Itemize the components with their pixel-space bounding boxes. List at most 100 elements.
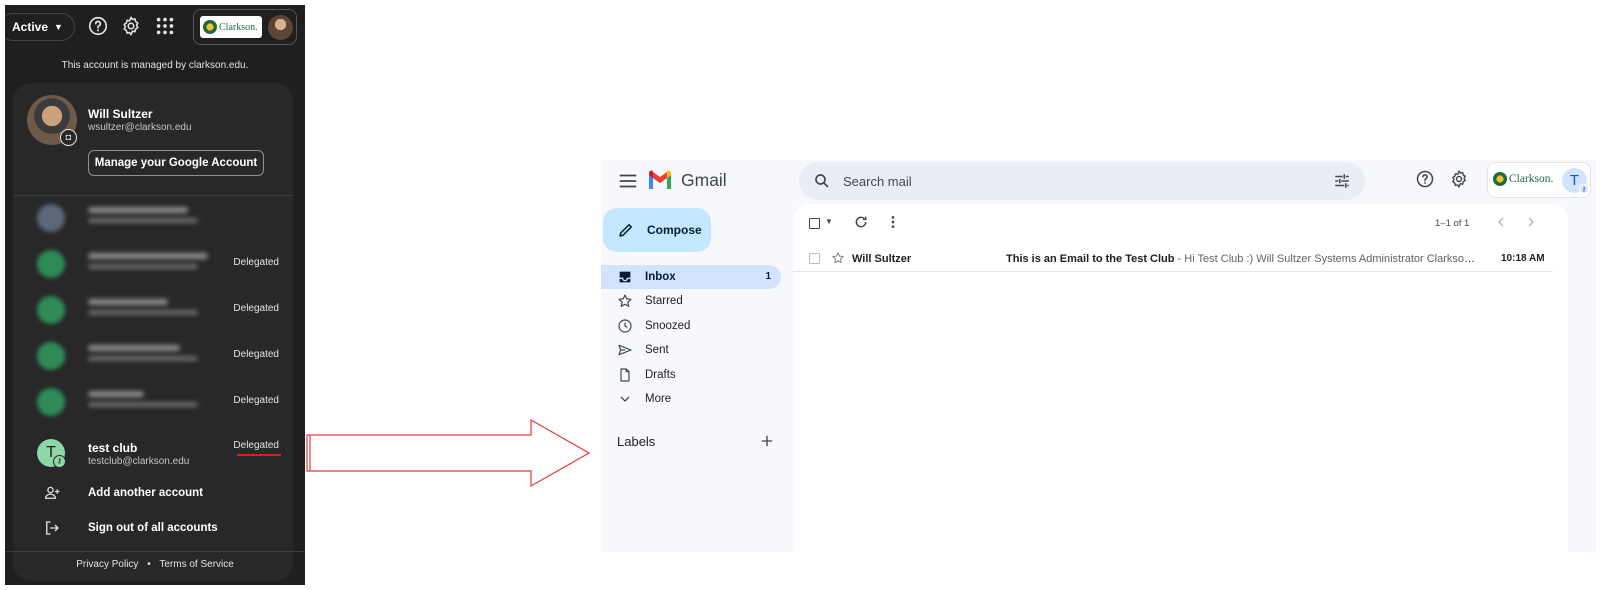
search-options-icon[interactable] [1333, 172, 1351, 190]
delegated-badge: Delegated [233, 349, 279, 360]
draft-file-icon [617, 367, 633, 383]
nav-item-more[interactable]: More [601, 387, 781, 411]
footer-separator: • [147, 559, 151, 570]
search-icon[interactable] [813, 172, 831, 190]
gmail-logo-icon[interactable] [647, 168, 673, 190]
account-card: ◘ Will Sultzer wsultzer@clarkson.edu Man… [13, 83, 293, 581]
chevron-right-icon[interactable] [1523, 214, 1539, 230]
avatar [37, 250, 65, 278]
camera-icon[interactable]: ◘ [60, 129, 77, 146]
gmail-window: Gmail Clarkson. T ⚷ Compose Inbox 1 [601, 160, 1596, 552]
delegated-badge: Delegated [233, 395, 279, 406]
nav-item-starred[interactable]: Starred [601, 289, 781, 313]
blurred-account-info [88, 253, 208, 269]
apps-grid-icon[interactable] [154, 15, 176, 37]
help-icon[interactable] [1415, 169, 1435, 189]
account-row-test-club[interactable]: T ⚷ test club testclub@clarkson.edu Dele… [13, 431, 293, 477]
plus-icon[interactable] [758, 432, 776, 450]
message-snippet: - Hi Test Club :) Will Sultzer Systems A… [1177, 253, 1476, 265]
add-account-label: Add another account [88, 487, 204, 499]
clarkson-seal-icon [1493, 172, 1507, 186]
gear-icon[interactable] [1449, 169, 1469, 189]
help-icon[interactable] [87, 15, 109, 37]
delegated-badge: Delegated [233, 440, 279, 451]
row-checkbox[interactable] [809, 253, 820, 264]
delegated-badge: Delegated [233, 257, 279, 268]
page-range: 1–1 of 1 [1435, 218, 1470, 229]
message-sender: Will Sultzer [852, 253, 912, 265]
account-row[interactable]: Delegated [13, 241, 293, 287]
menu-icon[interactable] [617, 170, 639, 192]
account-button[interactable]: Clarkson. [193, 9, 297, 45]
account-row[interactable] [13, 195, 293, 241]
status-dropdown[interactable]: Active ▼ [5, 13, 75, 41]
status-label: Active [12, 20, 49, 34]
avatar [268, 15, 293, 40]
nav-item-snoozed[interactable]: Snoozed [601, 314, 781, 338]
nav-label: Drafts [645, 369, 676, 381]
account-email: wsultzer@clarkson.edu [88, 122, 192, 133]
account-row[interactable]: Delegated [13, 287, 293, 333]
nav-label: Inbox [645, 271, 676, 283]
refresh-icon[interactable] [853, 214, 869, 230]
avatar [37, 296, 65, 324]
caret-down-icon: ▼ [54, 22, 63, 32]
search-input[interactable] [843, 171, 1293, 191]
gmail-wordmark: Gmail [681, 170, 727, 190]
select-all-checkbox[interactable] [809, 218, 820, 229]
arrow-annotation [305, 418, 597, 488]
logout-icon [43, 519, 61, 537]
send-icon [617, 342, 633, 358]
terms-of-service-link[interactable]: Terms of Service [159, 559, 233, 570]
star-icon[interactable] [831, 251, 845, 265]
account-button[interactable]: Clarkson. T ⚷ [1487, 162, 1591, 198]
blurred-account-info [88, 207, 198, 223]
footer-links: Privacy Policy • Terms of Service [5, 559, 305, 570]
compose-button[interactable]: Compose [603, 208, 711, 252]
labels-heading: Labels [617, 434, 656, 449]
nav-item-sent[interactable]: Sent [601, 338, 781, 362]
chevron-down-icon [617, 391, 633, 407]
avatar [37, 342, 65, 370]
manage-account-button[interactable]: Manage your Google Account [88, 150, 264, 176]
star-icon [617, 293, 633, 309]
nav-label: Starred [645, 295, 683, 307]
pencil-icon [617, 221, 635, 239]
privacy-policy-link[interactable]: Privacy Policy [76, 559, 138, 570]
clarkson-logo-text: Clarkson. [1509, 173, 1554, 185]
compose-label: Compose [647, 223, 702, 237]
clarkson-logo: Clarkson. [200, 16, 262, 38]
clarkson-logo-text: Clarkson. [219, 21, 258, 33]
add-account-button[interactable]: Add another account [13, 478, 293, 508]
chevron-left-icon[interactable] [1493, 214, 1509, 230]
delegated-badge: Delegated [233, 303, 279, 314]
sign-out-label: Sign out of all accounts [88, 522, 218, 534]
nav-label: More [645, 393, 672, 405]
gear-icon[interactable] [120, 15, 142, 37]
clarkson-logo: Clarkson. [1493, 172, 1553, 186]
key-icon: ⚷ [53, 455, 66, 468]
blurred-account-info [88, 391, 198, 407]
account-row[interactable]: Delegated [13, 333, 293, 379]
nav-item-drafts[interactable]: Drafts [601, 363, 781, 387]
divider [5, 551, 305, 552]
account-row[interactable]: Delegated [13, 379, 293, 425]
message-time: 10:18 AM [1501, 253, 1545, 264]
account-email: testclub@clarkson.edu [88, 456, 190, 467]
person-add-icon [43, 484, 61, 502]
managed-note: This account is managed by clarkson.edu. [61, 60, 249, 71]
message-subject: This is an Email to the Test Club [1006, 253, 1175, 265]
caret-down-icon[interactable]: ▼ [825, 217, 833, 226]
account-name: Will Sultzer [88, 107, 153, 121]
red-underline-annotation [237, 454, 281, 456]
search-bar[interactable] [799, 162, 1365, 200]
message-preview: This is an Email to the Test Club - Hi T… [1006, 253, 1476, 265]
message-list-pane: ▼ 1–1 of 1 Will Sultzer This is an Email… [793, 204, 1568, 552]
nav-item-inbox[interactable]: Inbox 1 [601, 265, 781, 289]
key-icon: ⚷ [1579, 184, 1589, 194]
table-row[interactable]: Will Sultzer This is an Email to the Tes… [793, 246, 1553, 272]
clarkson-seal-icon [203, 20, 217, 34]
more-vert-icon[interactable] [885, 214, 901, 230]
top-bar: Active ▼ Clarkson. [5, 5, 305, 47]
sign-out-button[interactable]: Sign out of all accounts [13, 513, 293, 543]
